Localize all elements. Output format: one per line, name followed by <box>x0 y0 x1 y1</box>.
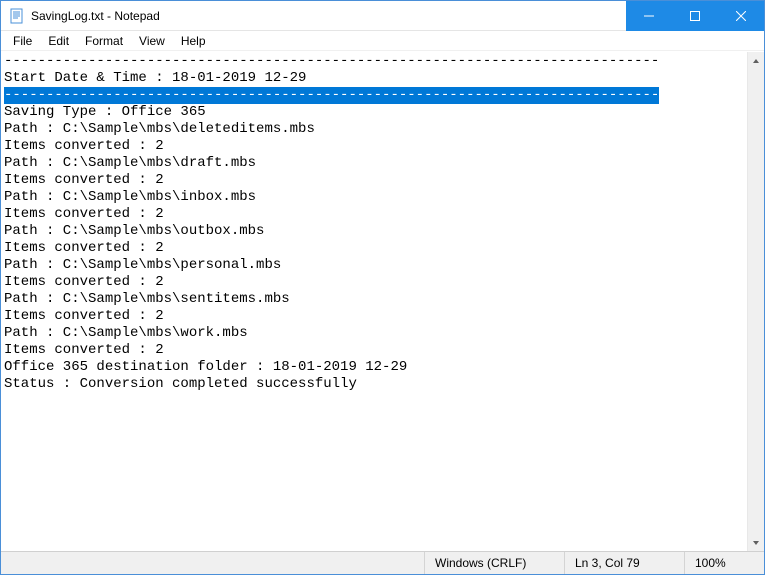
text-line[interactable]: Office 365 destination folder : 18-01-20… <box>4 359 761 376</box>
text-line[interactable]: Start Date & Time : 18-01-2019 12-29 <box>4 70 761 87</box>
scroll-down-icon[interactable] <box>748 534 764 551</box>
text-line[interactable]: ----------------------------------------… <box>4 53 761 70</box>
text-line[interactable]: Path : C:\Sample\mbs\work.mbs <box>4 325 761 342</box>
text-line[interactable]: Path : C:\Sample\mbs\outbox.mbs <box>4 223 761 240</box>
text-line[interactable]: ----------------------------------------… <box>4 87 659 104</box>
text-line[interactable]: Path : C:\Sample\mbs\sentitems.mbs <box>4 291 761 308</box>
scrollbar-track[interactable] <box>748 69 764 534</box>
text-line[interactable]: Path : C:\Sample\mbs\draft.mbs <box>4 155 761 172</box>
menu-edit[interactable]: Edit <box>40 32 77 50</box>
text-line[interactable]: Path : C:\Sample\mbs\deleteditems.mbs <box>4 121 761 138</box>
maximize-button[interactable] <box>672 1 718 31</box>
menubar: File Edit Format View Help <box>1 31 764 51</box>
notepad-window: SavingLog.txt - Notepad File Edit Format… <box>0 0 765 575</box>
vertical-scrollbar[interactable] <box>747 52 764 551</box>
text-line[interactable]: Path : C:\Sample\mbs\inbox.mbs <box>4 189 761 206</box>
text-line[interactable]: Items converted : 2 <box>4 172 761 189</box>
window-title: SavingLog.txt - Notepad <box>31 9 626 23</box>
scroll-up-icon[interactable] <box>748 52 764 69</box>
text-line[interactable]: Items converted : 2 <box>4 240 761 257</box>
window-controls <box>626 1 764 31</box>
text-line[interactable]: Items converted : 2 <box>4 308 761 325</box>
minimize-button[interactable] <box>626 1 672 31</box>
text-line[interactable]: Items converted : 2 <box>4 206 761 223</box>
text-line[interactable]: Status : Conversion completed successful… <box>4 376 761 393</box>
text-line[interactable]: Items converted : 2 <box>4 342 761 359</box>
menu-file[interactable]: File <box>5 32 40 50</box>
text-line[interactable]: Items converted : 2 <box>4 138 761 155</box>
close-button[interactable] <box>718 1 764 31</box>
text-line[interactable]: Path : C:\Sample\mbs\personal.mbs <box>4 257 761 274</box>
menu-help[interactable]: Help <box>173 32 214 50</box>
menu-format[interactable]: Format <box>77 32 131 50</box>
status-position: Ln 3, Col 79 <box>564 552 684 574</box>
text-line[interactable]: Items converted : 2 <box>4 274 761 291</box>
status-zoom: 100% <box>684 552 764 574</box>
titlebar[interactable]: SavingLog.txt - Notepad <box>1 1 764 31</box>
menu-view[interactable]: View <box>131 32 173 50</box>
status-spacer <box>1 552 424 574</box>
statusbar: Windows (CRLF) Ln 3, Col 79 100% <box>1 551 764 574</box>
text-editor[interactable]: ----------------------------------------… <box>1 51 764 551</box>
text-line[interactable]: Saving Type : Office 365 <box>4 104 761 121</box>
notepad-icon <box>9 8 25 24</box>
status-encoding: Windows (CRLF) <box>424 552 564 574</box>
